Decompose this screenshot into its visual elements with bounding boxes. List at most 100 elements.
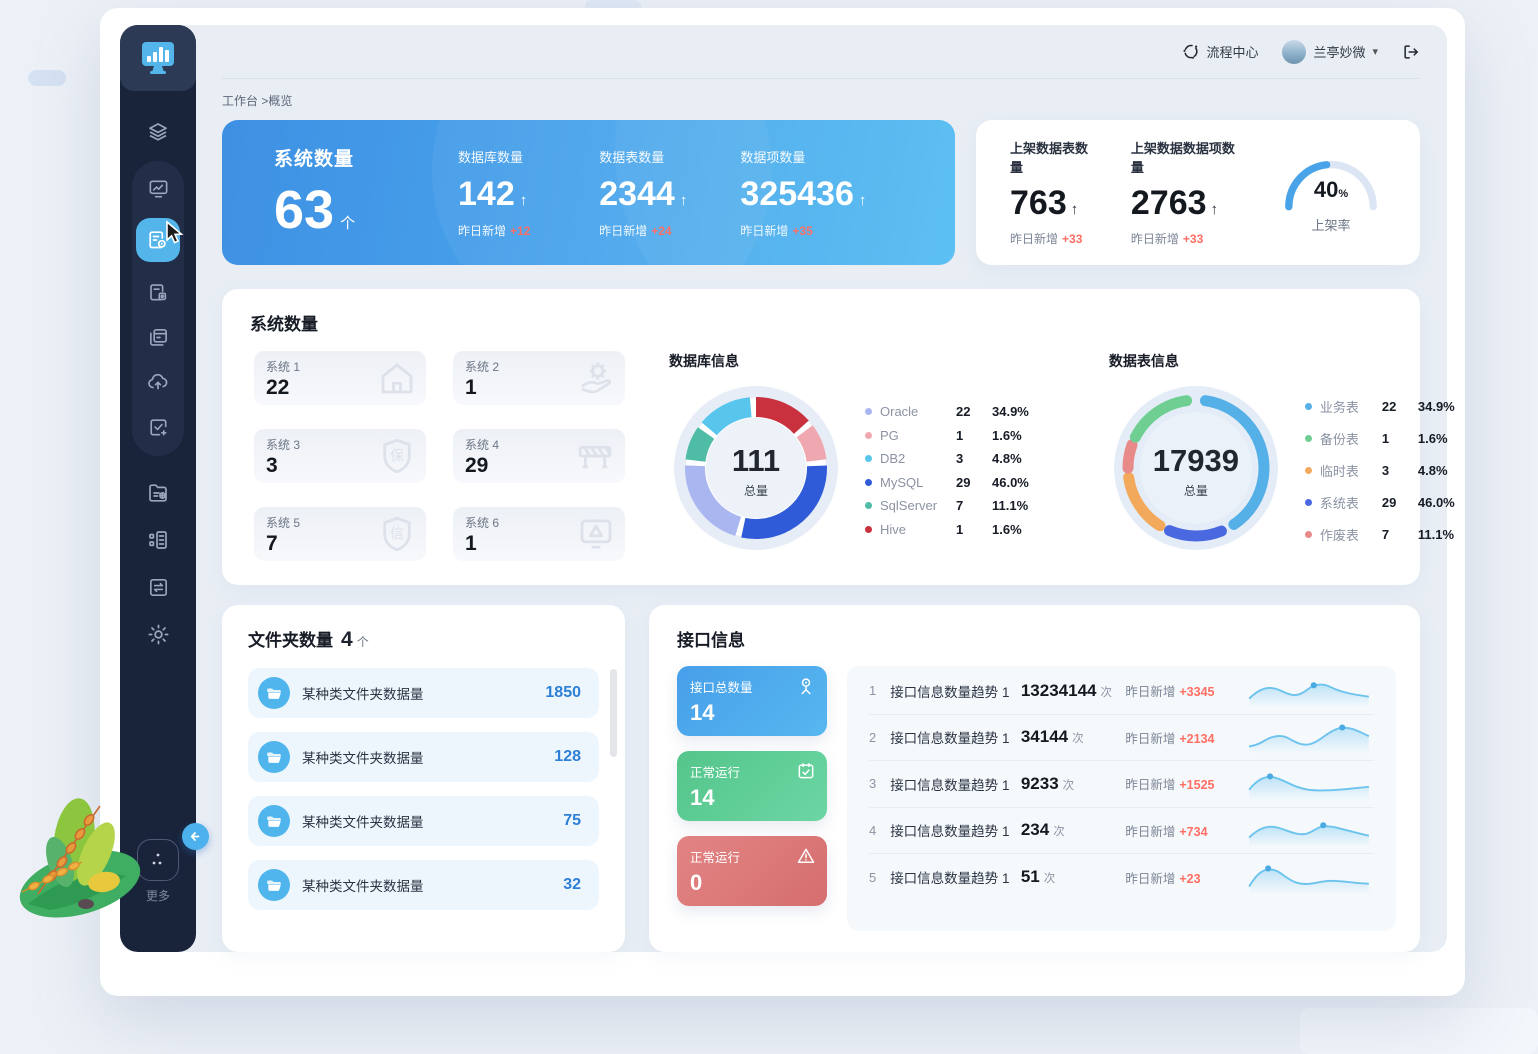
delta-label: 昨日新增 — [1125, 825, 1175, 839]
folder-label: 某种类文件夹数据量 — [302, 875, 551, 895]
row-name: 接口信息数量趋势 1 — [890, 727, 1021, 747]
stat-label: 数据项数量 — [740, 147, 903, 166]
process-center-link[interactable]: 流程中心 — [1182, 42, 1258, 61]
barrier-icon — [573, 435, 617, 477]
sidebar-item-settings[interactable] — [145, 621, 171, 647]
sidebar-item-windows[interactable] — [145, 324, 171, 350]
table-info-title: 数据表信息 — [1109, 351, 1455, 371]
folder-label: 某种类文件夹数据量 — [302, 747, 542, 767]
folder-item[interactable]: 某种类文件夹数据量 75 — [248, 796, 599, 846]
app-window: 更多 流程中心 兰亭妙微 ▾ — [100, 8, 1465, 996]
sidebar-item-monitor[interactable] — [145, 175, 171, 201]
system-cell[interactable]: 系统 5 7 信 — [254, 507, 426, 561]
card-value: 14 — [690, 700, 814, 726]
gauge-label: 上架率 — [1311, 215, 1350, 234]
stat-value: 2344 — [599, 175, 675, 213]
banner-stat: 数据项数量 325436↑ 昨日新增+35 — [740, 147, 903, 239]
database-total: 111 — [732, 443, 780, 479]
legend-row: 作废表711.1% — [1305, 525, 1455, 544]
folder-value: 128 — [554, 748, 581, 766]
summary-banner: 系统数量 63个 数据库数量 142↑ 昨日新增+12 数据表数量 2344↑ … — [222, 120, 955, 265]
database-total-label: 总量 — [744, 482, 768, 499]
shelf-stats-card: 上架数据表数量 763↑ 昨日新增+33 上架数据数据项数量 2763↑ 昨日新… — [976, 120, 1420, 265]
interface-running-card[interactable]: 正常运行 14 — [677, 751, 827, 821]
folder-value: 32 — [563, 876, 581, 894]
banner-stat: 数据库数量 142↑ 昨日新增+12 — [458, 147, 599, 239]
legend-dot — [865, 502, 872, 509]
user-menu[interactable]: 兰亭妙微 ▾ — [1282, 40, 1378, 64]
arrow-left-icon — [189, 830, 202, 843]
sidebar-item-cloud[interactable] — [145, 369, 171, 395]
delta-label: 昨日新增 — [1125, 732, 1175, 746]
table-row[interactable]: 5 接口信息数量趋势 1 51次 昨日新增+23 — [869, 854, 1374, 901]
delta-value: +23 — [1179, 872, 1200, 886]
folder-icon — [258, 805, 290, 837]
gear-icon — [146, 622, 171, 647]
legend-dot — [865, 526, 872, 533]
shelf-stat: 上架数据数据项数量 2763↑ 昨日新增+33 — [1131, 138, 1240, 247]
system-cell[interactable]: 系统 4 29 — [453, 429, 625, 483]
system-cell[interactable]: 系统 3 3 保 — [254, 429, 426, 483]
decoration-block-bottom — [1300, 1008, 1538, 1054]
logout-button[interactable] — [1402, 43, 1420, 61]
legend-row: DB234.8% — [865, 451, 1029, 466]
folders-card: 文件夹数量 4 个 某种类文件夹数据量 1850 某种类文件夹数据量 128 — [222, 605, 625, 952]
sidebar-item-doc-settings[interactable] — [145, 279, 171, 305]
delta-label: 昨日新增 — [1125, 872, 1175, 886]
collapse-sidebar-button[interactable] — [182, 823, 209, 850]
shield-xin-icon: 信 — [376, 513, 418, 555]
banner-main-stat: 系统数量 63个 — [274, 144, 458, 241]
monitor-chart-icon — [147, 177, 170, 200]
process-center-label: 流程中心 — [1206, 42, 1258, 61]
delta-label: 昨日新增 — [1125, 778, 1175, 792]
sparkline-chart — [1244, 672, 1374, 710]
row-index: 4 — [869, 823, 890, 838]
folder-list-scrollbar[interactable] — [610, 669, 617, 757]
stat-value: 2763 — [1131, 184, 1207, 222]
stat-label: 上架数据表数量 — [1010, 138, 1095, 176]
sidebar-item-layers[interactable] — [145, 119, 171, 145]
legend-row: MySQL2946.0% — [865, 475, 1029, 490]
legend-dot — [865, 408, 872, 415]
check-square-icon — [147, 416, 170, 439]
delta-value: +734 — [1179, 825, 1207, 839]
interface-total-card[interactable]: 接口总数量 14 — [677, 666, 827, 736]
sidebar-item-transfer[interactable] — [145, 574, 171, 600]
sidebar-item-folder-add[interactable] — [145, 480, 171, 506]
sidebar-item-catalog[interactable] — [145, 527, 171, 553]
mouse-cursor — [163, 220, 187, 246]
system-cell[interactable]: 系统 1 22 — [254, 351, 426, 405]
table-info-section: 数据表信息 — [1109, 351, 1455, 561]
table-row[interactable]: 2 接口信息数量趋势 1 34144次 昨日新增+2134 — [869, 715, 1374, 762]
shield-bao-icon: 保 — [376, 435, 418, 477]
browser-windows-icon — [147, 326, 170, 349]
row-name: 接口信息数量趋势 1 — [890, 820, 1021, 840]
folder-item[interactable]: 某种类文件夹数据量 32 — [248, 860, 599, 910]
system-cell[interactable]: 系统 2 1 — [453, 351, 625, 405]
stat-label: 数据库数量 — [458, 147, 599, 166]
decoration-pill-left — [28, 70, 66, 86]
interfaces-card: 接口信息 接口总数量 14 正常运行 14 — [649, 605, 1420, 952]
breadcrumb[interactable]: 工作台 >概览 — [222, 92, 1420, 109]
sidebar-item-audit[interactable] — [145, 414, 171, 440]
folder-item[interactable]: 某种类文件夹数据量 128 — [248, 732, 599, 782]
table-row[interactable]: 3 接口信息数量趋势 1 9233次 昨日新增+1525 — [869, 761, 1374, 808]
system-cell[interactable]: 系统 6 1 — [453, 507, 625, 561]
folder-item[interactable]: 某种类文件夹数据量 1850 — [248, 668, 599, 718]
gauge-unit: % — [1338, 188, 1348, 200]
sparkline-chart — [1244, 718, 1374, 756]
table-donut-chart: 17939 总量 — [1109, 381, 1283, 560]
up-arrow-icon: ↑ — [520, 192, 528, 209]
row-index: 3 — [869, 776, 890, 791]
list-tree-icon — [146, 528, 170, 552]
app-logo[interactable] — [120, 25, 196, 91]
interface-error-card[interactable]: 正常运行 0 — [677, 836, 827, 906]
delta-value: +1525 — [1179, 778, 1214, 792]
table-row[interactable]: 1 接口信息数量趋势 1 13234144次 昨日新增+3345 — [869, 668, 1374, 715]
topbar: 流程中心 兰亭妙微 ▾ — [222, 25, 1420, 79]
table-row[interactable]: 4 接口信息数量趋势 1 234次 昨日新增+734 — [869, 808, 1374, 855]
systems-grid: 系统 1 22 系统 2 1 — [254, 351, 625, 561]
legend-row: 备份表11.6% — [1305, 429, 1455, 448]
delta-label: 昨日新增 — [599, 224, 647, 238]
transfer-arrows-icon — [147, 576, 170, 599]
